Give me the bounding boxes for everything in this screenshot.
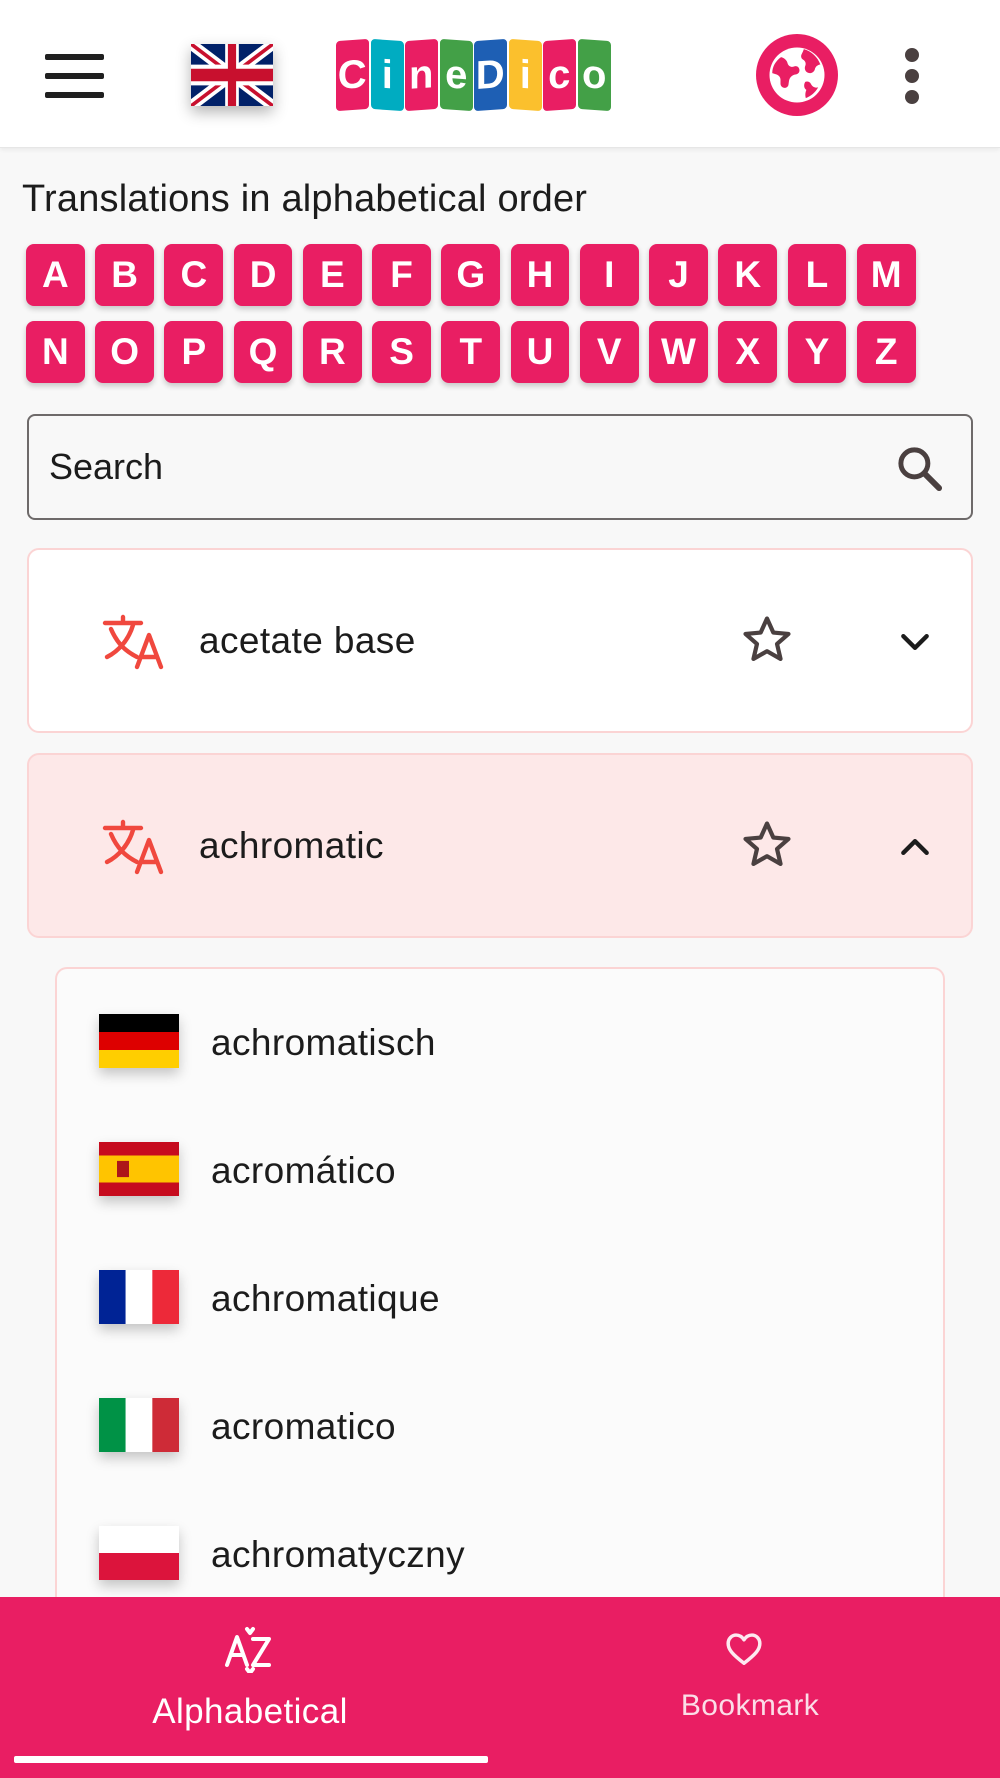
active-tab-indicator [14, 1756, 488, 1763]
nav-item-alphabetical[interactable]: Alphabetical [0, 1597, 500, 1778]
letter-button-a[interactable]: A [26, 244, 85, 306]
letter-button-g[interactable]: G [441, 244, 501, 306]
page-title: Translations in alphabetical order [22, 178, 588, 220]
chevron-up-icon[interactable] [895, 827, 935, 867]
star-outline-icon[interactable] [739, 612, 795, 668]
translate-icon [102, 819, 164, 875]
alphabet-row: A B C D E F G H I J K L M [26, 244, 926, 306]
letter-button-d[interactable]: D [233, 244, 293, 306]
bottom-navigation: Alphabetical Bookmark [0, 1597, 1000, 1778]
letter-button-h[interactable]: H [510, 244, 570, 306]
letter-button-p[interactable]: P [164, 321, 224, 383]
letter-button-j[interactable]: J [649, 244, 708, 306]
translations-panel: achromatisch acromático achromatique acr… [55, 967, 945, 1607]
spanish-flag-icon [99, 1142, 179, 1196]
letter-button-m[interactable]: M [856, 244, 916, 306]
globe-icon[interactable] [756, 34, 838, 116]
letter-button-f[interactable]: F [372, 244, 431, 306]
logo-letter: i [370, 38, 403, 112]
letter-button-x[interactable]: X [718, 321, 778, 383]
nav-label: Alphabetical [152, 1692, 348, 1731]
logo-letter: D [474, 38, 507, 112]
french-flag-icon [99, 1270, 179, 1324]
translation-text: acromático [211, 1150, 396, 1191]
letter-button-q[interactable]: Q [233, 321, 293, 383]
alphabet-row: N O P Q R S T U V W X Y Z [26, 321, 926, 383]
uk-flag-icon[interactable] [191, 44, 273, 106]
translate-icon [102, 614, 164, 670]
letter-button-w[interactable]: W [649, 321, 708, 383]
letter-button-o[interactable]: O [95, 321, 154, 383]
chevron-down-icon[interactable] [895, 622, 935, 662]
italian-flag-icon [99, 1398, 179, 1452]
term-label: achromatic [199, 825, 384, 866]
translation-row-spanish[interactable]: acromático [99, 1136, 919, 1206]
letter-button-z[interactable]: Z [856, 321, 916, 383]
search-input[interactable] [49, 436, 869, 498]
translation-row-german[interactable]: achromatisch [99, 1008, 919, 1078]
term-card-acetate-base[interactable]: acetate base [27, 548, 973, 733]
star-outline-icon[interactable] [739, 817, 795, 873]
logo-letter: o [577, 38, 610, 112]
logo-letter: e [439, 38, 472, 112]
logo-letter: i [508, 38, 541, 112]
translation-text: acromatico [211, 1406, 396, 1447]
logo-letter: c [543, 38, 576, 112]
more-vert-icon[interactable] [892, 46, 932, 106]
letter-button-y[interactable]: Y [787, 321, 847, 383]
search-icon[interactable] [893, 442, 947, 496]
polish-flag-icon [99, 1526, 179, 1580]
translation-row-french[interactable]: achromatique [99, 1264, 919, 1334]
term-label: acetate base [199, 620, 416, 661]
letter-button-k[interactable]: K [718, 244, 778, 306]
nav-label: Bookmark [680, 1689, 820, 1722]
translation-row-polish[interactable]: achromatyczny [99, 1520, 919, 1590]
term-card-achromatic[interactable]: achromatic [27, 753, 973, 938]
logo-letter: C [336, 38, 369, 112]
translation-text: achromatique [211, 1278, 440, 1319]
app-bar: C i n e D i c o [0, 0, 1000, 148]
letter-button-r[interactable]: R [302, 321, 362, 383]
letter-button-n[interactable]: N [26, 321, 85, 383]
letter-button-l[interactable]: L [787, 244, 847, 306]
german-flag-icon [99, 1014, 179, 1068]
letter-button-s[interactable]: S [372, 321, 431, 383]
search-box [27, 414, 973, 520]
nav-item-bookmark[interactable]: Bookmark [500, 1597, 1000, 1778]
heart-outline-icon [726, 1633, 762, 1665]
letter-button-t[interactable]: T [441, 321, 501, 383]
sort-alphabetical-icon [225, 1627, 271, 1673]
cinedico-logo[interactable]: C i n e D i c o [336, 38, 612, 112]
translation-text: achromatisch [211, 1022, 436, 1063]
translation-row-italian[interactable]: acromatico [99, 1392, 919, 1462]
alphabet-index: A B C D E F G H I J K L M N O P Q R S T … [26, 244, 926, 398]
logo-letter: n [405, 38, 438, 112]
translation-text: achromatyczny [211, 1534, 466, 1575]
letter-button-c[interactable]: C [164, 244, 224, 306]
letter-button-i[interactable]: I [579, 244, 639, 306]
hamburger-menu-icon[interactable] [38, 46, 110, 106]
letter-button-b[interactable]: B [95, 244, 154, 306]
letter-button-u[interactable]: U [510, 321, 570, 383]
letter-button-v[interactable]: V [579, 321, 639, 383]
letter-button-e[interactable]: E [302, 244, 362, 306]
